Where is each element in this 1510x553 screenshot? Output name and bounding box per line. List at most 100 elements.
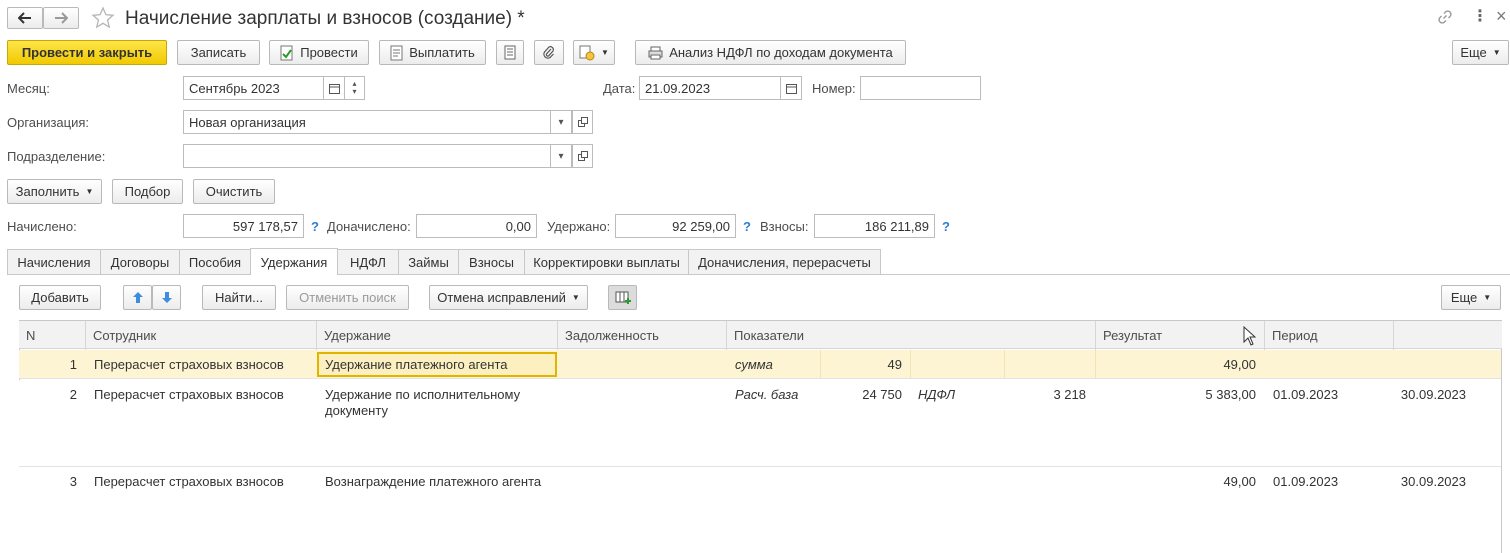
row-period-start[interactable]: 01.09.2023: [1273, 474, 1338, 490]
additional-value: 0,00: [416, 214, 537, 238]
column-header-employee[interactable]: Сотрудник: [86, 321, 317, 350]
find-button[interactable]: Найти...: [202, 285, 276, 310]
tab-loans[interactable]: Займы: [398, 249, 459, 274]
chevron-down-icon: ▼: [85, 187, 94, 196]
row-result[interactable]: 49,00: [1096, 357, 1256, 373]
table-row[interactable]: 2 Перерасчет страховых взносов Удержание…: [19, 380, 1501, 467]
chevron-down-icon: ▼: [601, 48, 609, 57]
row-indicator-1-value[interactable]: 49: [820, 357, 902, 373]
title-bar: Начисление зарплаты и взносов (создание)…: [0, 0, 1510, 38]
tab-recalculations[interactable]: Доначисления, перерасчеты: [688, 249, 881, 274]
forward-button[interactable]: [43, 7, 79, 29]
tab-contracts[interactable]: Договоры: [100, 249, 180, 274]
table-settings-button[interactable]: [608, 285, 637, 310]
column-header-period[interactable]: Период: [1265, 321, 1394, 350]
more-button[interactable]: Еще ▼: [1452, 40, 1509, 65]
organization-dropdown-button[interactable]: ▾: [550, 110, 572, 134]
department-dropdown-button[interactable]: ▾: [550, 144, 572, 168]
stepper-down-icon[interactable]: ▾: [352, 88, 356, 96]
move-up-button[interactable]: [123, 285, 152, 310]
month-field[interactable]: Сентябрь 2023: [183, 76, 324, 100]
row-indicator-1-name[interactable]: сумма: [735, 357, 773, 373]
tab-accruals[interactable]: Начисления: [7, 249, 101, 274]
arrow-left-icon: [18, 12, 31, 24]
favorite-star-icon[interactable]: [91, 6, 115, 33]
save-button[interactable]: Записать: [177, 40, 260, 65]
tab-benefits[interactable]: Пособия: [179, 249, 251, 274]
related-documents-button[interactable]: ▼: [573, 40, 615, 65]
add-row-button[interactable]: Добавить: [19, 285, 101, 310]
withheld-label: Удержано:: [547, 219, 611, 234]
organization-label: Организация:: [7, 115, 90, 130]
open-window-icon: [577, 117, 588, 127]
ndfl-analysis-label: Анализ НДФЛ по доходам документа: [669, 45, 893, 60]
month-label: Месяц:: [7, 81, 50, 96]
table-row[interactable]: 3 Перерасчет страховых взносов Вознаграж…: [19, 467, 1501, 553]
column-header-result[interactable]: Результат: [1096, 321, 1265, 350]
fill-button[interactable]: Заполнить ▼: [7, 179, 102, 204]
cancel-corrections-button[interactable]: Отмена исправлений ▼: [429, 285, 588, 310]
row-deduction[interactable]: Вознаграждение платежного агента: [325, 474, 541, 490]
contributions-value: 186 211,89: [814, 214, 935, 238]
column-header-indicators[interactable]: Показатели: [727, 321, 1096, 350]
date-label: Дата:: [603, 81, 636, 96]
organization-field[interactable]: Новая организация: [183, 110, 551, 134]
month-stepper[interactable]: ▴ ▾: [344, 76, 365, 100]
pay-button[interactable]: Выплатить: [379, 40, 486, 65]
calendar-button[interactable]: [323, 76, 345, 100]
row-period-end[interactable]: 30.09.2023: [1394, 387, 1466, 403]
date-field[interactable]: 21.09.2023: [639, 76, 781, 100]
indicator-divider: [1004, 350, 1005, 378]
organization-open-button[interactable]: [572, 110, 593, 134]
date-calendar-button[interactable]: [780, 76, 802, 100]
table-header: N Сотрудник Удержание Задолженность Пока…: [19, 320, 1502, 350]
tab-deductions[interactable]: Удержания: [250, 248, 338, 275]
menu-dots-icon[interactable]: ⋮: [1472, 9, 1488, 25]
row-deduction[interactable]: Удержание по исполнительному документу: [325, 387, 550, 419]
back-button[interactable]: [7, 7, 43, 29]
tab-ndfl[interactable]: НДФЛ: [337, 249, 399, 274]
number-field[interactable]: [860, 76, 981, 100]
department-field[interactable]: [183, 144, 551, 168]
table-more-button[interactable]: Еще ▼: [1441, 285, 1501, 310]
indicator-divider: [910, 350, 911, 378]
department-open-button[interactable]: [572, 144, 593, 168]
column-header-period-end[interactable]: [1394, 321, 1502, 350]
close-icon[interactable]: ×: [1496, 6, 1507, 27]
row-result[interactable]: 5 383,00: [1096, 387, 1256, 403]
column-header-n[interactable]: N: [19, 321, 86, 350]
link-icon[interactable]: [1437, 9, 1453, 28]
withheld-help-icon[interactable]: ?: [743, 219, 751, 234]
row-employee[interactable]: Перерасчет страховых взносов: [94, 357, 284, 373]
row-indicator-1-name[interactable]: Расч. база: [735, 387, 798, 403]
row-period-end[interactable]: 30.09.2023: [1394, 474, 1466, 490]
row-employee[interactable]: Перерасчет страховых взносов: [94, 387, 284, 403]
chevron-down-icon: ▼: [571, 293, 580, 302]
row-result[interactable]: 49,00: [1096, 474, 1256, 490]
row-indicator-2-value[interactable]: 3 218: [1004, 387, 1086, 403]
tab-contributions[interactable]: Взносы: [458, 249, 525, 274]
arrow-up-icon: [132, 292, 143, 303]
row-employee[interactable]: Перерасчет страховых взносов: [94, 474, 284, 490]
printer-icon: [648, 46, 663, 59]
select-button[interactable]: Подбор: [112, 179, 183, 204]
row-indicator-2-name[interactable]: НДФЛ: [918, 387, 955, 403]
contributions-help-icon[interactable]: ?: [942, 219, 950, 234]
ndfl-analysis-button[interactable]: Анализ НДФЛ по доходам документа: [635, 40, 906, 65]
move-down-button[interactable]: [152, 285, 181, 310]
table-row[interactable]: 1 Перерасчет страховых взносов Удержание…: [19, 350, 1501, 379]
attach-button[interactable]: [534, 40, 564, 65]
post-button[interactable]: Провести: [269, 40, 369, 65]
report-button[interactable]: [496, 40, 524, 65]
row-period-start[interactable]: 01.09.2023: [1273, 387, 1338, 403]
post-and-close-button[interactable]: Провести и закрыть: [7, 40, 167, 65]
cancel-search-button[interactable]: Отменить поиск: [286, 285, 409, 310]
accrued-help-icon[interactable]: ?: [311, 219, 319, 234]
row-deduction[interactable]: Удержание платежного агента: [325, 357, 508, 373]
chevron-down-icon: ▾: [558, 116, 564, 128]
clear-button[interactable]: Очистить: [193, 179, 275, 204]
row-indicator-1-value[interactable]: 24 750: [820, 387, 902, 403]
column-header-debt[interactable]: Задолженность: [558, 321, 727, 350]
tab-payment-corrections[interactable]: Корректировки выплаты: [524, 249, 689, 274]
column-header-deduction[interactable]: Удержание: [317, 321, 558, 350]
